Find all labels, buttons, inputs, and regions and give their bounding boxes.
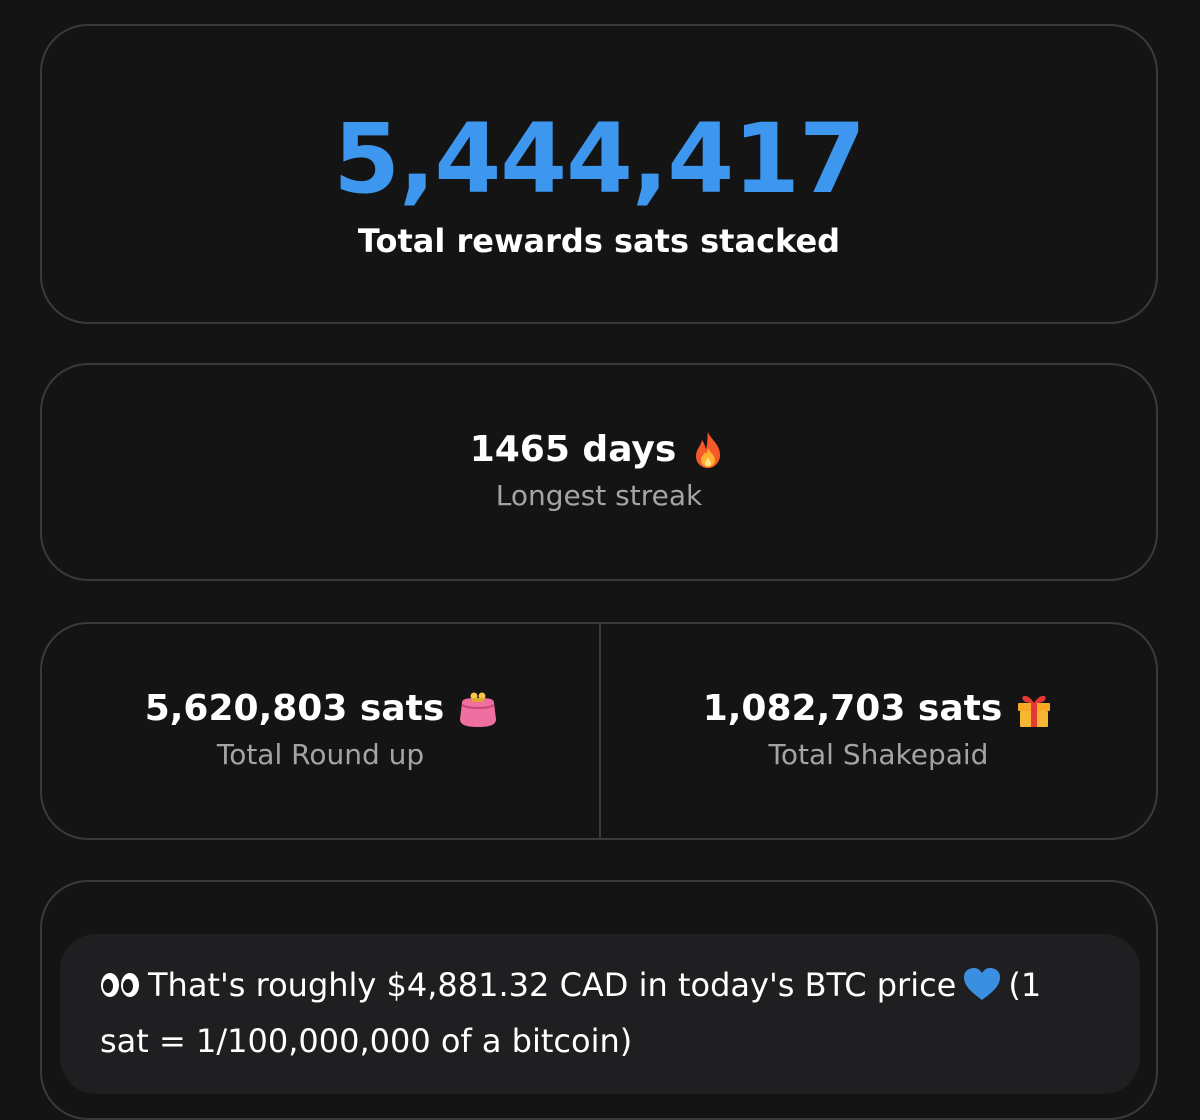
banner-text-before: That's roughly $4,881.32 CAD in today's …	[148, 966, 957, 1004]
roundup-value-row: 5,620,803 sats	[42, 686, 599, 732]
streak-label: Longest streak	[495, 479, 703, 512]
roundup-value: 5,620,803 sats	[144, 688, 445, 729]
roundup-section: 5,620,803 sats Total Round up	[42, 624, 599, 838]
total-rewards-card: 5,444,417 Total rewards sats stacked	[40, 24, 1158, 324]
btc-price-banner: That's roughly $4,881.32 CAD in today's …	[60, 934, 1140, 1094]
total-rewards-label: Total rewards sats stacked	[357, 222, 841, 260]
btc-price-card: That's roughly $4,881.32 CAD in today's …	[40, 880, 1158, 1120]
longest-streak-card: 1465 days Longest streak	[40, 363, 1158, 581]
total-rewards-value: 5,444,417	[333, 103, 866, 215]
streak-value: 1465 days	[469, 429, 677, 470]
blue-heart-icon	[962, 966, 1002, 1016]
sats-breakdown-card: 5,620,803 sats Total Round up 1,082,703 …	[40, 622, 1158, 840]
eyes-icon	[100, 964, 140, 1014]
streak-value-row: 1465 days	[42, 427, 1156, 473]
shakepaid-value-row: 1,082,703 sats	[601, 686, 1156, 732]
shakepaid-value: 1,082,703 sats	[702, 688, 1003, 729]
gift-icon	[1014, 689, 1054, 729]
fire-icon	[688, 430, 728, 470]
shakepaid-section: 1,082,703 sats Total Shakepaid	[599, 624, 1156, 838]
purse-icon	[456, 689, 497, 729]
roundup-label: Total Round up	[216, 738, 425, 771]
shakepaid-label: Total Shakepaid	[768, 738, 989, 771]
